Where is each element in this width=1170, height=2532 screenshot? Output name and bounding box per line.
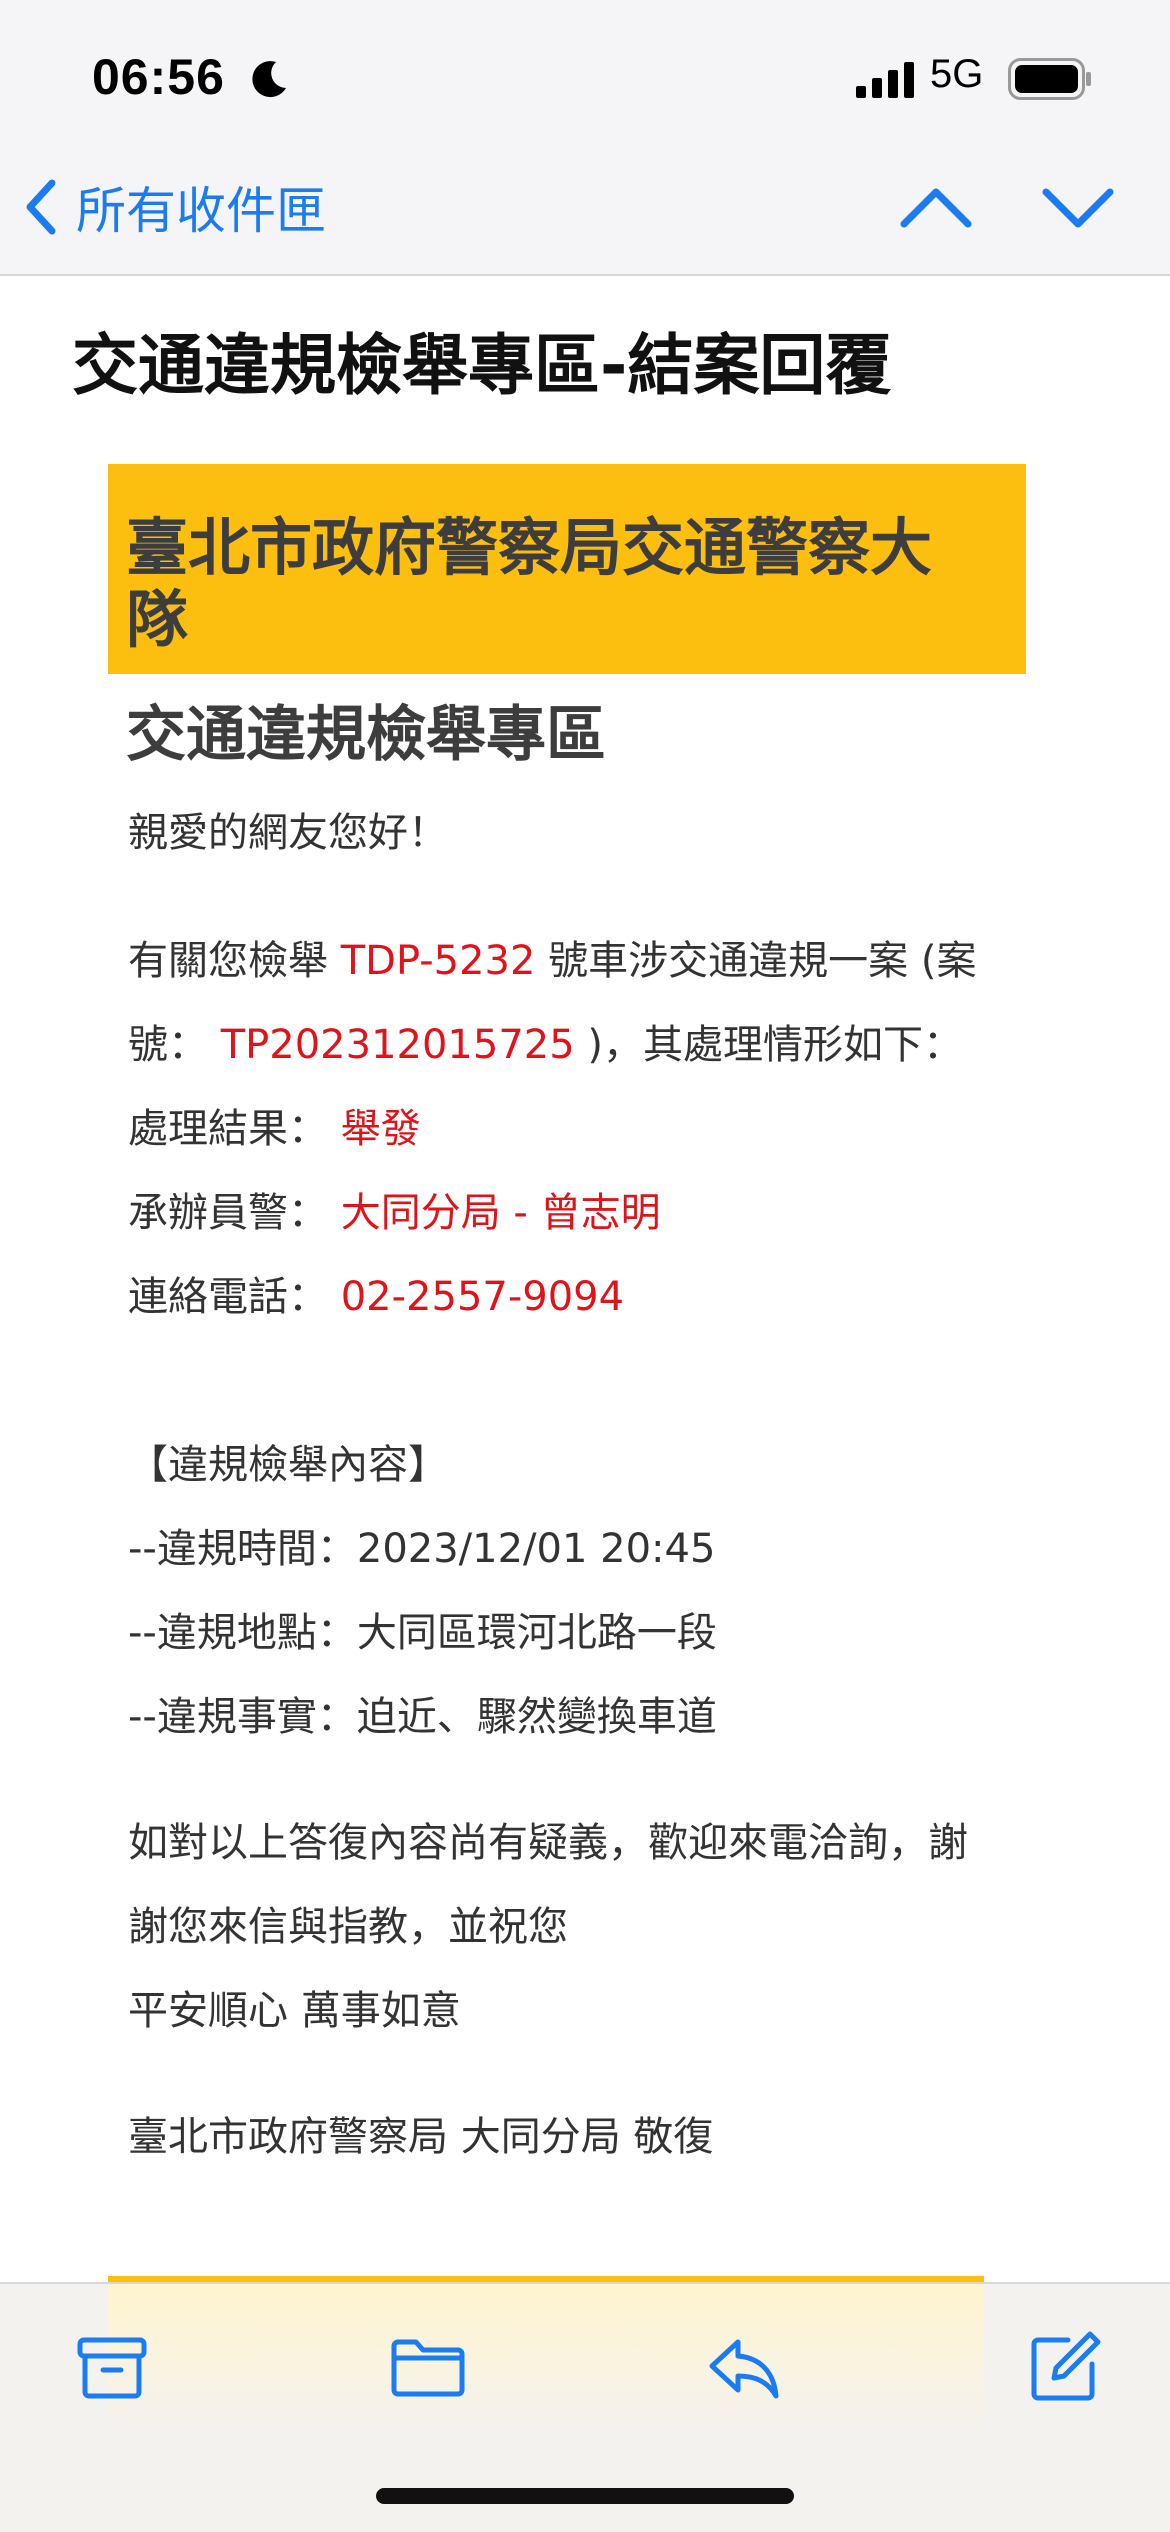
report-prefix: 有關您檢舉 — [128, 938, 328, 984]
banner-title-line2: 隊 — [126, 583, 189, 656]
result-row: 處理結果： 舉發 — [128, 1096, 421, 1154]
toolbar-glow — [108, 2284, 984, 2434]
back-label: 所有收件匣 — [76, 182, 326, 240]
reply-icon[interactable] — [704, 2328, 784, 2408]
home-indicator[interactable] — [376, 2488, 794, 2504]
archive-icon[interactable] — [72, 2328, 152, 2408]
agency-banner: 臺北市政府警察局交通警察大 隊 — [108, 464, 1026, 674]
chevron-up-icon[interactable] — [898, 178, 974, 238]
moon-icon — [252, 61, 286, 98]
officer-row: 承辦員警： 大同分局 - 曾志明 — [128, 1180, 661, 1238]
section-title: 交通違規檢舉專區 — [126, 700, 606, 770]
chevron-down-icon[interactable] — [1040, 178, 1116, 238]
case-label: 號： — [128, 1022, 208, 1068]
battery-icon — [1008, 58, 1091, 100]
result-value: 舉發 — [340, 1106, 421, 1152]
banner-title-line1: 臺北市政府警察局交通警察大 — [126, 511, 933, 584]
back-chevron-icon — [26, 179, 56, 235]
greeting: 親愛的網友您好！ — [128, 810, 448, 856]
violation-place: --違規地點：大同區環河北路一段 — [128, 1610, 717, 1656]
phone-value[interactable]: 02-2557-9094 — [341, 1274, 624, 1320]
mail-screen: 06:56 5G 所有收件匣 交通違規檢舉專區-結案回覆 臺北市政府警察局交通警… — [0, 0, 1170, 2532]
report-line-2: 號： TP202312015725 )，其處理情形如下： — [128, 1012, 963, 1070]
case-suffix: )，其處理情形如下： — [587, 1022, 963, 1068]
report-suffix: 號車涉交通違規一案 (案 — [548, 938, 977, 984]
email-subject: 交通違規檢舉專區-結案回覆 — [72, 327, 892, 404]
signal-icon — [856, 62, 914, 98]
case-number: TP202312015725 — [220, 1022, 575, 1068]
violation-time: --違規時間：2023/12/01 20:45 — [128, 1526, 716, 1572]
plate-number: TDP-5232 — [340, 938, 536, 984]
report-line-1: 有關您檢舉 TDP-5232 號車涉交通違規一案 (案 — [128, 928, 976, 986]
status-time: 06:56 — [92, 49, 225, 105]
folder-icon[interactable] — [388, 2328, 468, 2408]
network-label: 5G — [930, 52, 984, 96]
status-bar: 06:56 5G — [0, 0, 1170, 150]
result-label: 處理結果： — [128, 1106, 328, 1152]
violation-fact: --違規事實：迫近、驟然變換車道 — [128, 1694, 717, 1740]
signature: 臺北市政府警察局 大同分局 敬復 — [128, 2114, 714, 2160]
phone-row: 連絡電話： 02-2557-9094 — [128, 1264, 624, 1322]
back-button[interactable]: 所有收件匣 — [20, 172, 326, 242]
closing-line-1: 如對以上答復內容尚有疑義，歡迎來電洽詢，謝 — [128, 1820, 968, 1866]
nav-bar: 所有收件匣 — [0, 150, 1170, 276]
phone-label: 連絡電話： — [128, 1274, 328, 1320]
content-heading: 【違規檢舉內容】 — [128, 1442, 448, 1488]
closing-line-3: 平安順心 萬事如意 — [128, 1988, 461, 2034]
closing-line-2: 謝您來信與指教，並祝您 — [128, 1904, 568, 1950]
officer-label: 承辦員警： — [128, 1190, 328, 1236]
compose-icon[interactable] — [1024, 2328, 1104, 2408]
banner-title: 臺北市政府警察局交通警察大 隊 — [126, 512, 1010, 656]
officer-value: 大同分局 - 曾志明 — [340, 1190, 661, 1236]
